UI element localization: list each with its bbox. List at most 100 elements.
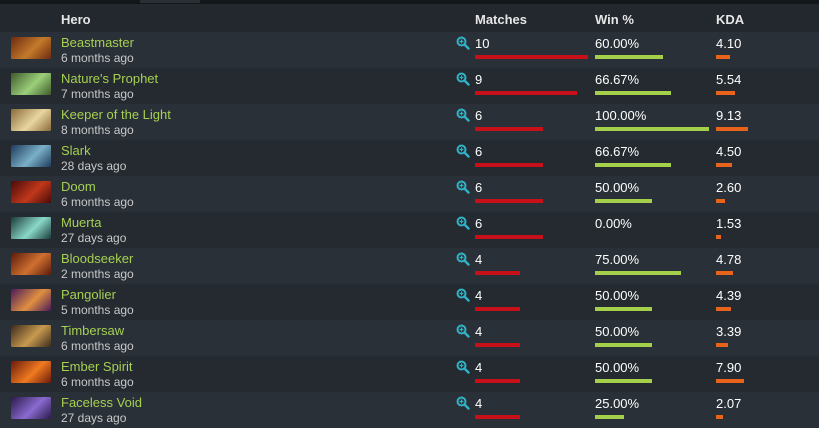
search-matches-icon[interactable]	[456, 72, 470, 86]
table-row[interactable]: Beastmaster 6 months ago 10 60.00% 4.10	[0, 32, 819, 68]
timbersaw-portrait[interactable]	[11, 325, 51, 347]
beastmaster-portrait[interactable]	[11, 37, 51, 59]
kda-bar	[716, 379, 744, 383]
kda-bar	[716, 91, 735, 95]
last-played-time: 6 months ago	[61, 51, 134, 65]
muerta-portrait[interactable]	[11, 217, 51, 239]
hero-name-link[interactable]: Doom	[61, 179, 96, 194]
tab-indicator[interactable]	[140, 0, 200, 3]
matches-bar	[475, 163, 543, 167]
kda-value: 1.53	[716, 216, 742, 231]
win-rate-bar	[595, 91, 671, 95]
header-hero[interactable]: Hero	[61, 12, 91, 27]
matches-bar	[475, 379, 520, 383]
table-row[interactable]: Pangolier 5 months ago 4 50.00% 4.39	[0, 284, 819, 320]
win-rate-bar	[595, 199, 652, 203]
keeper-of-the-light-portrait[interactable]	[11, 109, 51, 131]
hero-name-link[interactable]: Pangolier	[61, 287, 116, 302]
last-played-time: 6 months ago	[61, 339, 134, 353]
hero-name-link[interactable]: Slark	[61, 143, 91, 158]
kda-value: 4.78	[716, 252, 742, 267]
search-matches-icon[interactable]	[456, 108, 470, 122]
hero-name-link[interactable]: Ember Spirit	[61, 359, 133, 374]
matches-count: 4	[475, 396, 483, 411]
kda-bar	[716, 343, 728, 347]
search-matches-icon[interactable]	[456, 216, 470, 230]
table-row[interactable]: Bloodseeker 2 months ago 4 75.00% 4.78	[0, 248, 819, 284]
table-row[interactable]: Doom 6 months ago 6 50.00% 2.60	[0, 176, 819, 212]
last-played-time: 28 days ago	[61, 159, 127, 173]
ember-spirit-portrait[interactable]	[11, 361, 51, 383]
hero-name-link[interactable]: Keeper of the Light	[61, 107, 171, 122]
header-kda[interactable]: KDA	[716, 12, 744, 27]
last-played-time: 27 days ago	[61, 231, 127, 245]
matches-bar	[475, 199, 543, 203]
kda-value: 2.07	[716, 396, 742, 411]
kda-value: 7.90	[716, 360, 742, 375]
win-rate-bar	[595, 307, 652, 311]
last-played-time: 6 months ago	[61, 375, 134, 389]
search-matches-icon[interactable]	[456, 180, 470, 194]
faceless-void-portrait[interactable]	[11, 397, 51, 419]
matches-bar	[475, 235, 543, 239]
hero-name-link[interactable]: Beastmaster	[61, 35, 134, 50]
hero-name-link[interactable]: Nature's Prophet	[61, 71, 158, 86]
table-row[interactable]: Nature's Prophet 7 months ago 9 66.67% 5.54	[0, 68, 819, 104]
kda-value: 4.50	[716, 144, 742, 159]
matches-count: 4	[475, 288, 483, 303]
pangolier-portrait[interactable]	[11, 289, 51, 311]
natures-prophet-portrait[interactable]	[11, 73, 51, 95]
table-row[interactable]: Faceless Void 27 days ago 4 25.00% 2.07	[0, 392, 819, 428]
matches-bar	[475, 343, 520, 347]
win-rate: 100.00%	[595, 108, 647, 123]
win-rate: 60.00%	[595, 36, 640, 51]
kda-value: 3.39	[716, 324, 742, 339]
header-win[interactable]: Win %	[595, 12, 634, 27]
search-matches-icon[interactable]	[456, 324, 470, 338]
last-played-time: 8 months ago	[61, 123, 134, 137]
search-matches-icon[interactable]	[456, 144, 470, 158]
table-row[interactable]: Timbersaw 6 months ago 4 50.00% 3.39	[0, 320, 819, 356]
slark-portrait[interactable]	[11, 145, 51, 167]
bloodseeker-portrait[interactable]	[11, 253, 51, 275]
table-row[interactable]: Slark 28 days ago 6 66.67% 4.50	[0, 140, 819, 176]
kda-value: 9.13	[716, 108, 742, 123]
hero-name-link[interactable]: Bloodseeker	[61, 251, 133, 266]
heroes-table: Hero Matches Win % KDA Beastmaster 6 mont…	[0, 0, 819, 428]
last-played-time: 5 months ago	[61, 303, 134, 317]
search-matches-icon[interactable]	[456, 396, 470, 410]
search-matches-icon[interactable]	[456, 360, 470, 374]
matches-count: 6	[475, 180, 483, 195]
last-played-time: 7 months ago	[61, 87, 134, 101]
win-rate: 0.00%	[595, 216, 632, 231]
kda-value: 5.54	[716, 72, 742, 87]
win-rate: 25.00%	[595, 396, 640, 411]
matches-bar	[475, 55, 588, 59]
kda-bar	[716, 307, 731, 311]
table-row[interactable]: Muerta 27 days ago 6 0.00% 1.53	[0, 212, 819, 248]
matches-count: 6	[475, 216, 483, 231]
hero-name-link[interactable]: Muerta	[61, 215, 101, 230]
table-header: Hero Matches Win % KDA	[0, 4, 819, 32]
search-matches-icon[interactable]	[456, 288, 470, 302]
last-played-time: 6 months ago	[61, 195, 134, 209]
matches-count: 4	[475, 324, 483, 339]
table-row[interactable]: Keeper of the Light 8 months ago 6 100.00% 9…	[0, 104, 819, 140]
matches-count: 4	[475, 252, 483, 267]
search-matches-icon[interactable]	[456, 36, 470, 50]
matches-bar	[475, 271, 520, 275]
win-rate: 66.67%	[595, 72, 640, 87]
win-rate-bar	[595, 415, 624, 419]
kda-bar	[716, 127, 748, 131]
search-matches-icon[interactable]	[456, 252, 470, 266]
win-rate-bar	[595, 343, 652, 347]
win-rate: 50.00%	[595, 288, 640, 303]
hero-name-link[interactable]: Timbersaw	[61, 323, 124, 338]
header-matches[interactable]: Matches	[475, 12, 527, 27]
kda-value: 4.10	[716, 36, 742, 51]
hero-name-link[interactable]: Faceless Void	[61, 395, 142, 410]
doom-portrait[interactable]	[11, 181, 51, 203]
kda-value: 2.60	[716, 180, 742, 195]
matches-count: 10	[475, 36, 490, 51]
table-row[interactable]: Ember Spirit 6 months ago 4 50.00% 7.90	[0, 356, 819, 392]
